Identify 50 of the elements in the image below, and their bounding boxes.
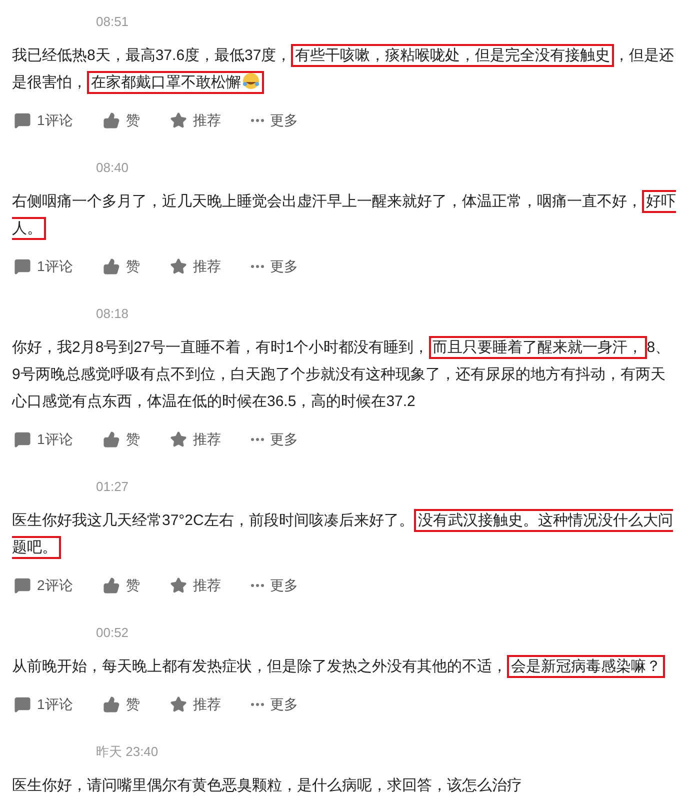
comment-text: 医生你好，请问嘴里偶尔有黄色恶臭颗粒，是什么病呢，求回答，该怎么治疗 — [11, 776, 523, 796]
comment-time: 昨天 23:40 — [96, 743, 158, 761]
thumbs-up-icon — [102, 696, 120, 712]
comment-button[interactable]: 1评论 — [14, 428, 73, 450]
more-button[interactable]: 更多 — [250, 428, 298, 450]
recommend-button[interactable]: 推荐 — [170, 256, 221, 276]
comment-text: 你好，我2月8号到27号一直睡不着，有时1个小时都没有睡到， 而且只要睡着了醒来就一身汗， 8、9号两晚总感觉呼吸有点不到位，白天跑了个步就没有这种现象了，还有尿尿的地方有抖动，有两天心口感觉有点东西，体温在低的时候在36.5，高的时候在37.2 — [0, 334, 690, 415]
thumbs-up-icon — [102, 258, 120, 274]
comment-time: 00:52 — [96, 624, 129, 642]
more-icon — [250, 264, 264, 268]
comment-button[interactable]: 1评论 — [14, 256, 73, 276]
more-icon — [250, 438, 264, 440]
like-button[interactable]: 赞 — [102, 574, 140, 596]
thumbs-up-icon — [102, 112, 120, 128]
comment-button[interactable]: 1评论 — [14, 110, 73, 130]
like-button[interactable]: 赞 — [102, 256, 140, 276]
like-button[interactable]: 赞 — [102, 110, 140, 130]
like-button[interactable]: 赞 — [102, 694, 140, 714]
comment-icon — [14, 430, 31, 448]
comment-time: 01:27 — [96, 478, 129, 496]
star-icon — [170, 576, 187, 594]
recommend-button[interactable]: 推荐 — [170, 428, 221, 450]
more-button[interactable]: 更多 — [250, 110, 298, 130]
comment-icon — [14, 112, 31, 128]
more-icon — [250, 584, 264, 586]
comment-text: 我已经低热8天，最高37.6度，最低37度， 有些干咳嗽，痰粘喉咙处，但是完全没有接触史 ，但是还是很害怕， 在家都戴口罩不敢松懈 — [0, 42, 690, 96]
recommend-button[interactable]: 推荐 — [170, 574, 221, 596]
star-icon — [170, 696, 187, 712]
recommend-button[interactable]: 推荐 — [170, 694, 221, 714]
more-button[interactable]: 更多 — [250, 256, 298, 276]
comment-button[interactable]: 2评论 — [14, 574, 73, 596]
comment-button[interactable]: 1评论 — [14, 694, 73, 714]
thumbs-up-icon — [102, 430, 120, 448]
star-icon — [170, 112, 187, 128]
more-icon — [250, 118, 264, 122]
thumbs-up-icon — [102, 576, 120, 594]
like-button[interactable]: 赞 — [102, 428, 140, 450]
comment-icon — [14, 696, 31, 712]
comment-icon — [14, 576, 31, 594]
more-button[interactable]: 更多 — [250, 574, 298, 596]
comment-time: 08:40 — [96, 159, 129, 177]
star-icon — [170, 430, 187, 448]
more-button[interactable]: 更多 — [250, 694, 298, 714]
comment-time: 08:18 — [96, 305, 129, 323]
more-icon — [250, 702, 264, 706]
comment-icon — [14, 258, 31, 274]
comment-text: 从前晚开始，每天晚上都有发热症状，但是除了发热之外没有其他的不适， 会是新冠病毒感染嘛？ — [0, 653, 690, 680]
recommend-button[interactable]: 推荐 — [170, 110, 221, 130]
comment-time: 08:51 — [96, 13, 129, 31]
star-icon — [170, 258, 187, 274]
